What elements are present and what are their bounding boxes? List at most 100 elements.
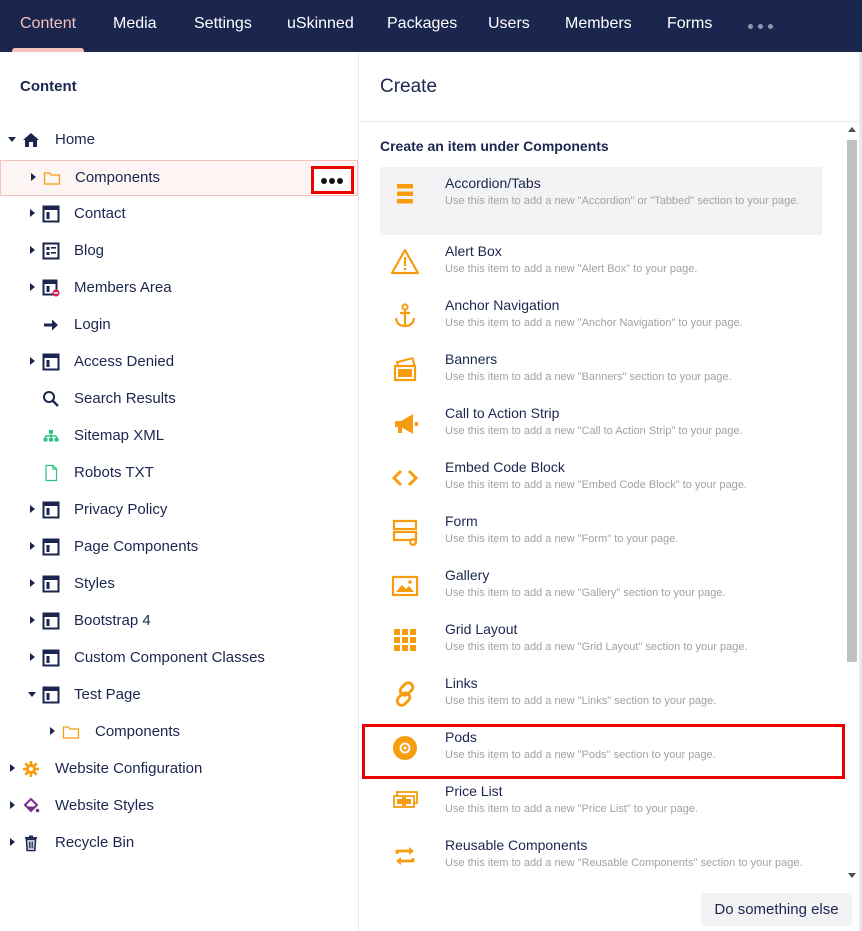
create-item-accordion-tabs[interactable]: Accordion/Tabs Use this item to add a ne… <box>380 167 822 235</box>
tree-node-robots-txt[interactable]: Robots TXT <box>0 456 358 492</box>
reusable-icon <box>395 847 415 865</box>
tree-node-label: Members Area <box>74 279 172 296</box>
panel-scrollbar[interactable] <box>845 122 859 886</box>
item-name: Form <box>445 513 478 529</box>
tree-node-label: Components <box>95 723 181 740</box>
tree-node-page-components[interactable]: Page Components <box>0 530 358 566</box>
create-item-links[interactable]: Links Use this item to add a new "Links"… <box>380 667 822 721</box>
expand-caret[interactable] <box>28 692 36 697</box>
expand-caret[interactable] <box>30 357 35 365</box>
tree-node-blog[interactable]: Blog <box>0 234 358 270</box>
more-sections-button[interactable] <box>746 14 776 38</box>
dot <box>329 178 335 184</box>
tree-node-access-denied[interactable]: Access Denied <box>0 345 358 381</box>
expand-caret[interactable] <box>30 616 35 624</box>
create-item-gallery[interactable]: Gallery Use this item to add a new "Gall… <box>380 559 822 613</box>
expand-caret[interactable] <box>30 653 35 661</box>
banners-icon <box>393 356 417 382</box>
page-layout-icon <box>42 501 60 519</box>
tab-members[interactable]: Members <box>565 0 632 52</box>
expand-caret[interactable] <box>10 801 15 809</box>
dot <box>768 24 773 29</box>
accordion-icon <box>397 184 413 204</box>
tree-node-contact[interactable]: Contact <box>0 197 358 233</box>
scrollbar-thumb[interactable] <box>847 140 857 662</box>
paint-bucket-icon <box>23 797 40 813</box>
blog-list-icon <box>42 242 60 260</box>
expand-caret[interactable] <box>30 283 35 291</box>
create-item-banners[interactable]: Banners Use this item to add a new "Bann… <box>380 343 822 397</box>
expand-caret[interactable] <box>30 209 35 217</box>
arrow-right-icon <box>44 319 58 331</box>
expand-caret[interactable] <box>8 137 16 142</box>
dot <box>758 24 763 29</box>
tree-node-label: Login <box>74 316 111 333</box>
tree-node-search-results[interactable]: Search Results <box>0 382 358 418</box>
tree-node-bootstrap-4[interactable]: Bootstrap 4 <box>0 604 358 640</box>
tree-node-members-area[interactable]: Members Area <box>0 271 358 307</box>
tab-content[interactable]: Content <box>11 0 85 52</box>
tab-packages[interactable]: Packages <box>387 0 457 52</box>
scroll-down-arrow-icon[interactable] <box>848 873 856 878</box>
create-item-alert-box[interactable]: Alert Box Use this item to add a new "Al… <box>380 235 822 289</box>
megaphone-icon <box>395 414 418 434</box>
sitemap-icon <box>43 430 59 442</box>
create-item-anchor-navigation[interactable]: Anchor Navigation Use this item to add a… <box>380 289 822 343</box>
tab-media[interactable]: Media <box>113 0 157 52</box>
create-item-form[interactable]: Form Use this item to add a new "Form" t… <box>380 505 822 559</box>
top-navigation: Content Media Settings uSkinned Packages… <box>0 0 862 52</box>
expand-caret[interactable] <box>10 764 15 772</box>
tree-node-label: Page Components <box>74 538 199 555</box>
dot <box>321 178 327 184</box>
item-description: Use this item to add a new "Form" to you… <box>445 533 679 545</box>
do-something-else-button[interactable]: Do something else <box>701 893 852 926</box>
item-name: Banners <box>445 351 498 367</box>
page-layout-icon <box>42 686 60 704</box>
tree-node-styles[interactable]: Styles <box>0 567 358 603</box>
item-name: Price List <box>445 783 503 799</box>
panel-header: Create <box>360 52 862 122</box>
dot <box>748 24 753 29</box>
scroll-up-arrow-icon[interactable] <box>848 127 856 132</box>
expand-caret[interactable] <box>30 579 35 587</box>
tree-node-label: Access Denied <box>74 353 175 370</box>
expand-caret[interactable] <box>10 838 15 846</box>
expand-caret[interactable] <box>30 542 35 550</box>
tree-node-label: Contact <box>74 205 126 222</box>
tree-node-label: Website Configuration <box>55 760 203 777</box>
folder-icon <box>43 172 61 185</box>
create-item-call-to-action-strip[interactable]: Call to Action Strip Use this item to ad… <box>380 397 822 451</box>
tree-node-components[interactable]: Components <box>0 160 358 196</box>
expand-caret[interactable] <box>30 505 35 513</box>
tree-node-label: Robots TXT <box>74 464 154 481</box>
node-actions-button[interactable] <box>311 166 354 194</box>
tree-node-website-configuration[interactable]: Website Configuration <box>0 752 358 788</box>
warning-icon <box>390 248 420 275</box>
expand-caret[interactable] <box>30 246 35 254</box>
tab-users[interactable]: Users <box>488 0 530 52</box>
item-name: Anchor Navigation <box>445 297 560 313</box>
tree-node-privacy-policy[interactable]: Privacy Policy <box>0 493 358 529</box>
expand-caret[interactable] <box>50 727 55 735</box>
item-name: Reusable Components <box>445 837 588 853</box>
tab-settings[interactable]: Settings <box>194 0 252 52</box>
tree-node-recycle-bin[interactable]: Recycle Bin <box>0 826 358 862</box>
item-description: Use this item to add a new "Price List" … <box>445 803 698 815</box>
create-item-grid-layout[interactable]: Grid Layout Use this item to add a new "… <box>380 613 822 667</box>
tree-node-test-page-components[interactable]: Components <box>0 715 358 751</box>
create-item-price-list[interactable]: Price List Use this item to add a new "P… <box>380 775 822 829</box>
tree-node-website-styles[interactable]: Website Styles <box>0 789 358 825</box>
tree-node-login[interactable]: Login <box>0 308 358 344</box>
tree-node-test-page[interactable]: Test Page <box>0 678 358 714</box>
tab-forms[interactable]: Forms <box>667 0 712 52</box>
members-page-icon <box>42 279 60 297</box>
tree-node-sitemap-xml[interactable]: Sitemap XML <box>0 419 358 455</box>
tree-node-home[interactable]: Home <box>0 123 358 159</box>
create-item-embed-code-block[interactable]: Embed Code Block Use this item to add a … <box>380 451 822 505</box>
create-item-reusable-components[interactable]: Reusable Components Use this item to add… <box>380 829 822 889</box>
tree-node-custom-component-classes[interactable]: Custom Component Classes <box>0 641 358 677</box>
item-description: Use this item to add a new "Gallery" sec… <box>445 587 726 599</box>
item-name: Gallery <box>445 567 490 583</box>
tab-uskinned[interactable]: uSkinned <box>287 0 354 52</box>
expand-caret[interactable] <box>31 173 36 181</box>
